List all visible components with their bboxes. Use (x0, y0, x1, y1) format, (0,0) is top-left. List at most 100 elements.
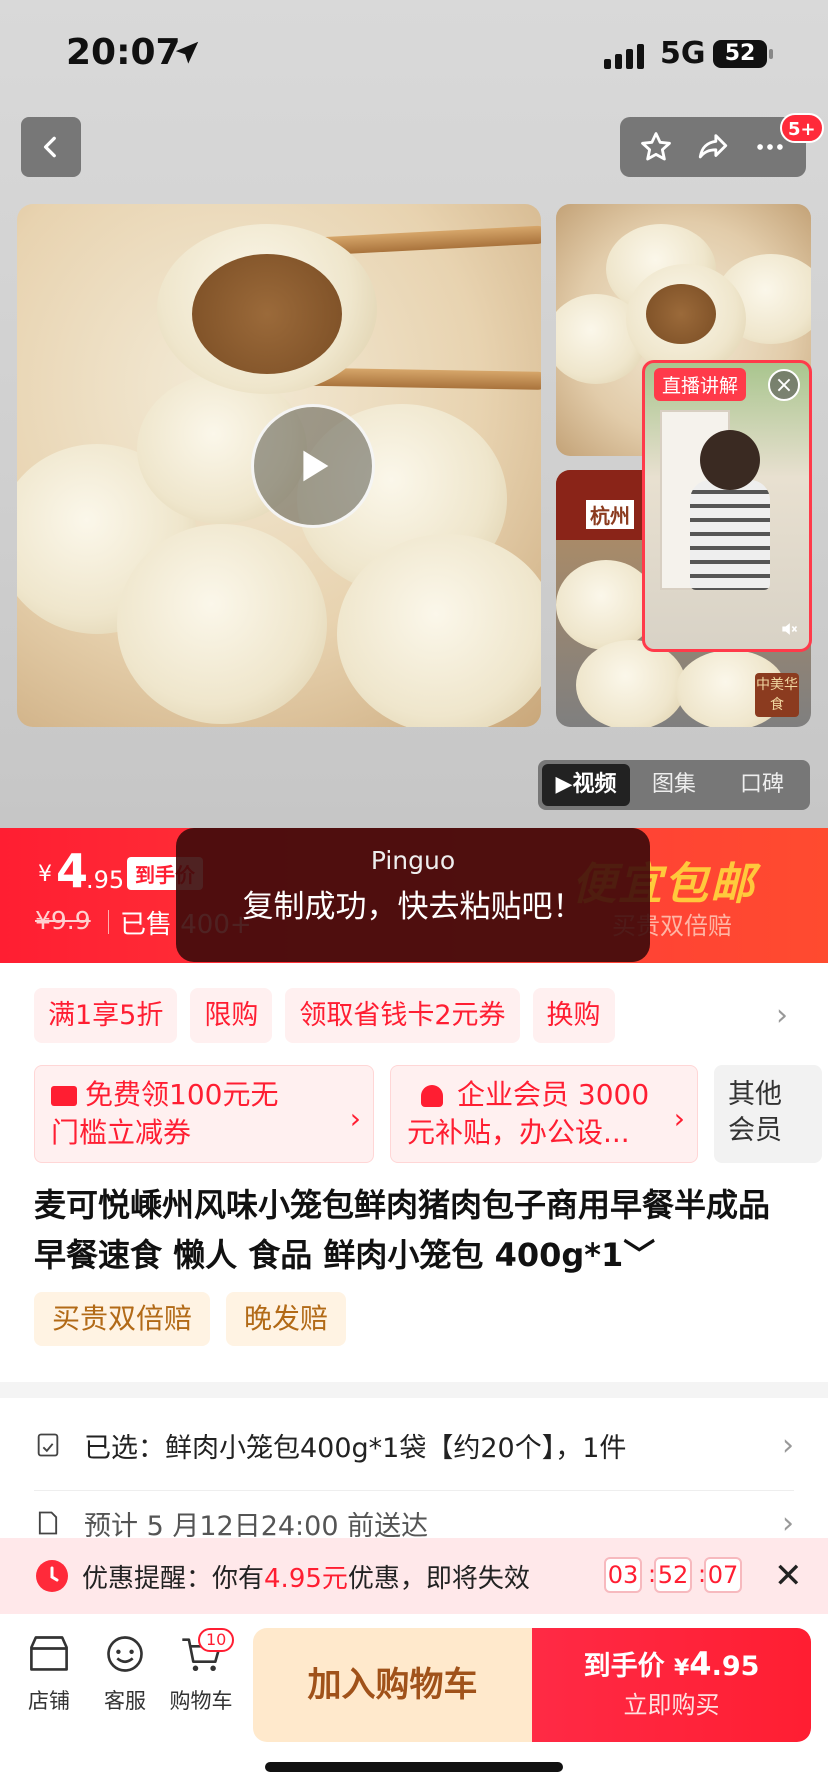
countdown-seconds: 07 (704, 1557, 742, 1593)
cart-label: 购物车 (169, 1689, 233, 1713)
toast-app-name: Pinguo (370, 846, 456, 875)
product-title[interactable]: 麦可悦嵊州风味小笼包鲜肉猪肉包子商用早餐半成品早餐速食 懒人 食品 鲜肉小笼包 … (34, 1180, 794, 1280)
discount-reminder: 优惠提醒：你有4.95元优惠，即将失效 03 : 52 : 07 ✕ (0, 1538, 828, 1614)
share-icon (698, 134, 728, 159)
copy-toast: Pinguo 复制成功，快去粘贴吧！ (176, 828, 650, 962)
battery-icon: 52 (713, 40, 773, 68)
coupon-free-100[interactable]: 免费领100元无 门槛立减券 › (34, 1065, 374, 1163)
card-icon (51, 1086, 77, 1106)
chevron-right-icon: › (673, 1102, 685, 1135)
price-currency: ¥ (38, 862, 52, 887)
buy-currency: ¥ (673, 1656, 690, 1681)
delivery-row[interactable]: 预计 5 月12日24:00 前送达 › (34, 1508, 794, 1538)
chevron-right-icon: › (782, 1427, 794, 1463)
countdown-hours: 03 (604, 1557, 642, 1593)
close-icon[interactable]: ✕ (774, 1556, 803, 1596)
guarantee-tag[interactable]: 买贵双倍赔 (34, 1292, 211, 1346)
original-price: ¥9.9 (35, 906, 91, 935)
promo-chips: 满1享5折 限购 领取省钱卡2元券 换购 (34, 988, 615, 1043)
bun-image (576, 640, 686, 727)
reminder-text: 优惠提醒：你有4.95元优惠，即将失效 (82, 1558, 530, 1595)
chevron-left-icon (43, 136, 56, 158)
clock-icon (36, 1560, 68, 1592)
tab-video[interactable]: ▶视频 (542, 764, 630, 806)
promo-chip[interactable]: 领取省钱卡2元券 (285, 988, 520, 1043)
guarantee-tag[interactable]: 晚发赔 (226, 1292, 347, 1346)
other-membership[interactable]: 其他 会员 (714, 1065, 822, 1163)
add-to-cart-button[interactable]: 加入购物车 (253, 1628, 532, 1742)
tab-reviews[interactable]: 口碑 (718, 764, 806, 806)
chat-icon (107, 1636, 143, 1672)
bun-image (117, 524, 327, 724)
brand-seal: 中美华食 (755, 673, 799, 717)
location-arrow-icon (175, 41, 199, 64)
favorite-button[interactable] (634, 125, 678, 169)
tab-gallery[interactable]: 图集 (630, 764, 718, 806)
other-line1: 其他 (728, 1079, 782, 1110)
promo-chip[interactable]: 换购 (532, 988, 615, 1043)
star-icon (641, 132, 672, 161)
buy-now-button[interactable]: 到手价 ¥4.95 立即购买 (532, 1628, 811, 1742)
share-button[interactable] (691, 125, 735, 169)
guarantee-tags: 买贵双倍赔 晚发赔 (34, 1292, 347, 1346)
price-decimal: .95 (86, 866, 125, 894)
user-icon (421, 1085, 443, 1107)
toast-message: 复制成功，快去粘贴吧！ (242, 889, 584, 925)
countdown-minutes: 52 (654, 1557, 692, 1593)
bun-filling (192, 254, 342, 374)
customer-service-button[interactable]: 客服 (90, 1626, 160, 1715)
back-button[interactable] (21, 117, 81, 177)
promo-chip[interactable]: 限购 (190, 988, 273, 1043)
coupon-line2: 元补贴，办公设... (407, 1116, 630, 1149)
coupon-line2: 门槛立减券 (51, 1116, 192, 1149)
store-label: 店铺 (28, 1689, 70, 1713)
coupon-line1: 免费领100元无 (85, 1078, 279, 1111)
coupon-line1: 企业会员 3000 (457, 1078, 650, 1111)
signal-icon (604, 44, 644, 69)
bun-image (337, 534, 541, 727)
media-tabs: ▶视频 图集 口碑 (538, 760, 810, 810)
chevron-right-icon: › (349, 1102, 361, 1135)
play-button[interactable] (251, 404, 375, 528)
buy-price-line: 到手价 ¥4.95 (532, 1644, 811, 1683)
reminder-suffix: 优惠，即将失效 (347, 1564, 530, 1594)
buy-price-label: 到手价 (583, 1651, 674, 1682)
home-indicator (265, 1762, 563, 1772)
notification-badge: 5+ (780, 113, 824, 143)
chevron-right-icon: › (782, 1508, 794, 1538)
buy-price-dec: .95 (711, 1651, 760, 1682)
reminder-amount: 4.95元 (264, 1564, 348, 1594)
play-icon (303, 450, 329, 482)
live-close-button[interactable]: × (768, 369, 800, 401)
selected-spec-row[interactable]: 已选：鲜肉小笼包400g*1袋【约20个】，1件 › (34, 1420, 794, 1470)
live-label: 直播讲解 (654, 368, 747, 401)
presenter-head (700, 430, 760, 490)
bun-image (556, 560, 656, 650)
coupon-enterprise[interactable]: 企业会员 3000 元补贴，办公设... › (390, 1065, 698, 1163)
document-icon (38, 1511, 58, 1535)
status-time: 20:07 (66, 32, 181, 73)
spec-icon (37, 1433, 59, 1457)
store-button[interactable]: 店铺 (14, 1626, 84, 1715)
row-divider (34, 1490, 794, 1491)
reminder-prefix: 优惠提醒：你有 (82, 1564, 265, 1594)
section-divider (0, 1382, 828, 1398)
delivery-text: 预计 5 月12日24:00 前送达 (84, 1510, 429, 1539)
seal-text: 中美华食 (756, 677, 798, 713)
other-line2: 会员 (728, 1115, 782, 1146)
chevron-right-icon[interactable]: › (776, 998, 788, 1033)
promo-chip[interactable]: 满1享5折 (34, 988, 178, 1043)
network-type: 5G (660, 36, 706, 71)
coupon-list: 免费领100元无 门槛立减券 › 企业会员 3000 元补贴，办公设... › … (34, 1065, 822, 1163)
cart-count-badge: 10 (198, 1628, 235, 1652)
bun-filling (646, 284, 716, 344)
header-actions (620, 117, 806, 177)
selected-spec-text: 已选：鲜肉小笼包400g*1袋【约20个】，1件 (84, 1432, 627, 1464)
presenter (690, 480, 770, 590)
main-product-video[interactable] (17, 204, 541, 727)
buy-now-label: 立即购买 (623, 1691, 720, 1719)
price-integer: 4 (56, 844, 89, 898)
mute-icon (782, 623, 798, 635)
thumb-tag: 杭州 (586, 500, 634, 529)
status-bar: 20:07 5G 52 (0, 0, 828, 110)
